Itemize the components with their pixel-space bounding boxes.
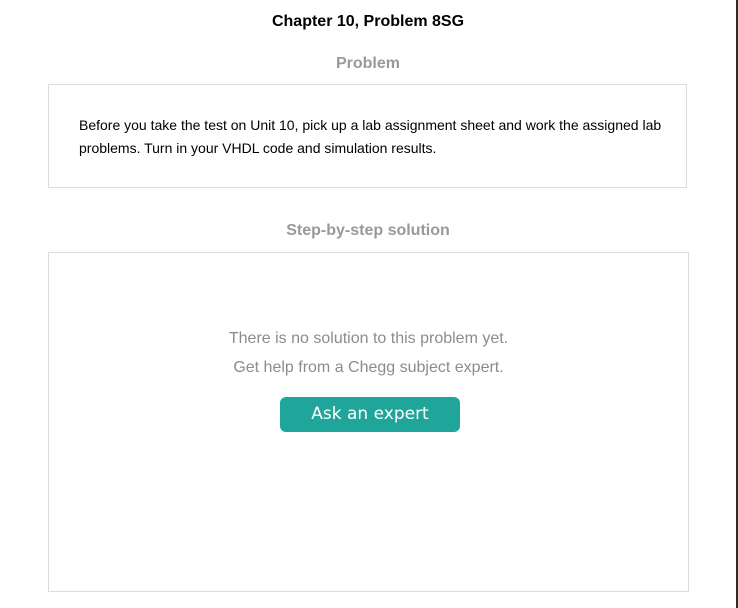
- get-help-message: Get help from a Chegg subject expert.: [233, 359, 504, 376]
- page: Chapter 10, Problem 8SG Problem Before y…: [0, 0, 738, 608]
- ask-expert-button[interactable]: Ask an expert: [280, 397, 460, 432]
- solution-heading: Step-by-step solution: [286, 222, 450, 239]
- problem-card: Before you take the test on Unit 10, pic…: [48, 84, 687, 188]
- solution-card: There is no solution to this problem yet…: [48, 252, 689, 592]
- no-solution-message: There is no solution to this problem yet…: [228, 330, 509, 347]
- problem-text: Before you take the test on Unit 10, pic…: [79, 117, 662, 156]
- problem-heading: Problem: [335, 55, 400, 72]
- page-title: Chapter 10, Problem 8SG: [271, 13, 465, 30]
